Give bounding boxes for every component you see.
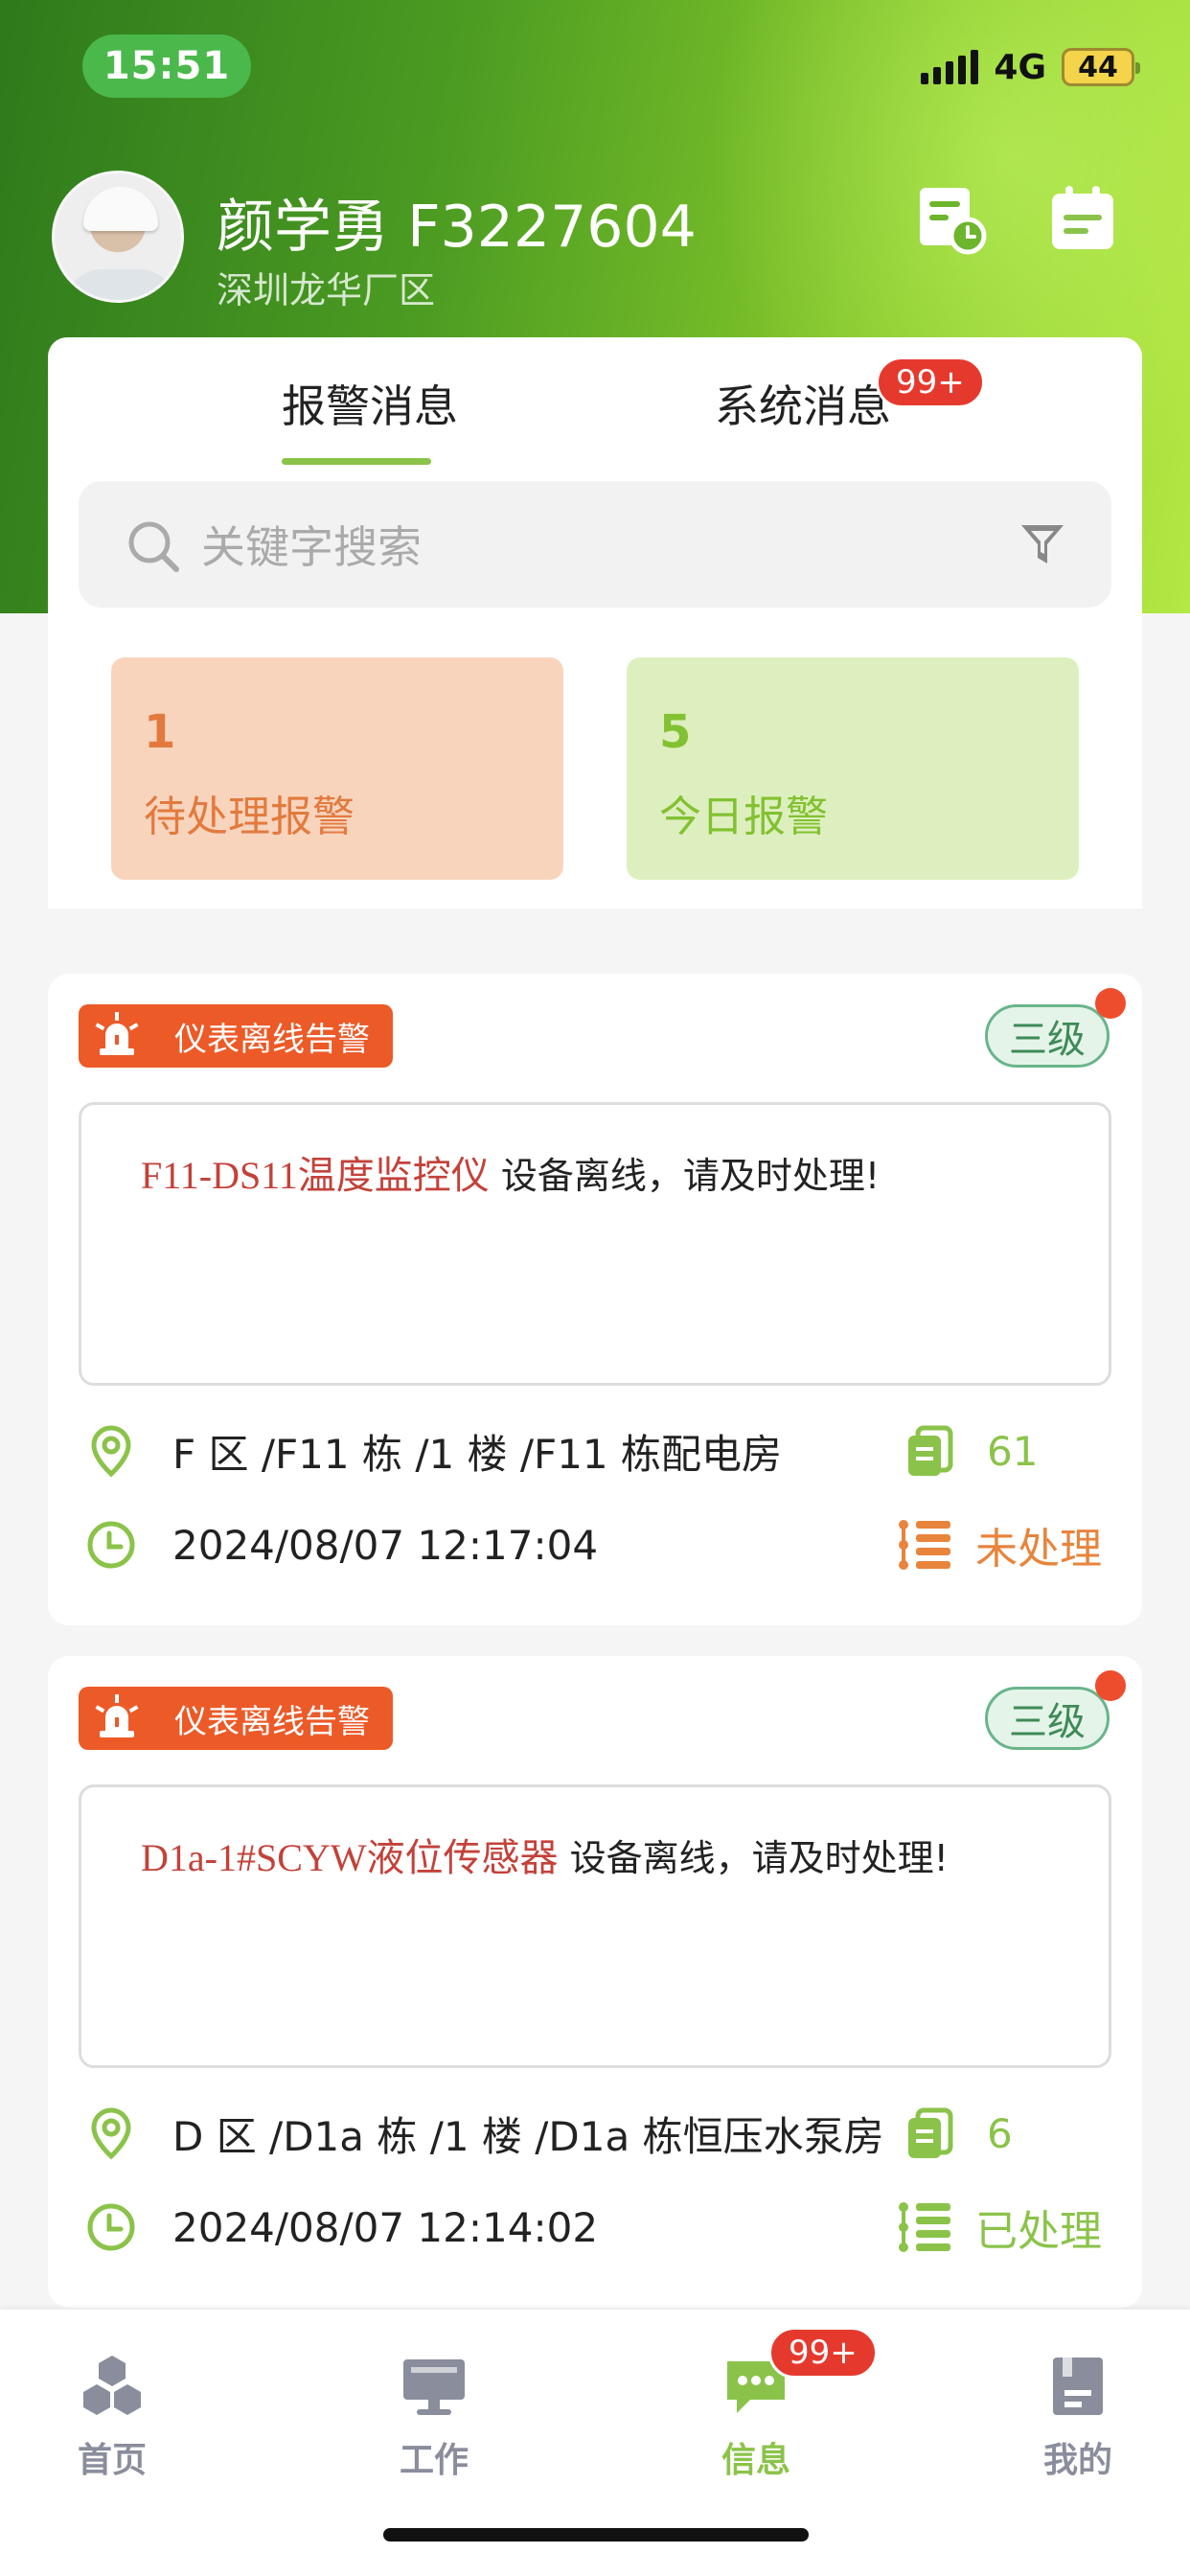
alarm-type-tag: 仪表离线告警 bbox=[79, 1004, 393, 1068]
alarm-message-text: 设备离线，请及时处理! bbox=[489, 1155, 881, 1197]
alarm-location: D 区 /D1a 栋 /1 楼 /D1a 栋恒压水泵房 bbox=[172, 2112, 884, 2160]
status-indicators: 4G 44 bbox=[921, 46, 1140, 88]
copies-icon bbox=[908, 1425, 953, 1476]
alarm-type-tag: 仪表离线告警 bbox=[79, 1687, 393, 1750]
active-tab-indicator bbox=[282, 458, 431, 465]
pending-alarms-stat[interactable]: 1 待处理报警 bbox=[111, 657, 563, 880]
location-pin-icon bbox=[91, 2107, 131, 2160]
nav-mine[interactable]: 我的 bbox=[1006, 2352, 1150, 2482]
today-alarms-stat[interactable]: 5 今日报警 bbox=[627, 657, 1079, 880]
alarm-count: 61 bbox=[987, 1427, 1039, 1475]
calendar-icon[interactable] bbox=[1046, 182, 1119, 255]
alarm-level-badge: 三级 bbox=[985, 988, 1126, 1068]
alarm-card[interactable]: 仪表离线告警 三级 D1a-1#SCYW液位传感器 设备离线，请及时处理! D … bbox=[48, 1656, 1142, 2308]
alarm-status[interactable]: 未处理 bbox=[895, 1514, 1102, 1576]
avatar[interactable] bbox=[52, 171, 184, 303]
alarm-level-label: 三级 bbox=[1009, 1018, 1086, 1062]
nav-mine-label: 我的 bbox=[1042, 2441, 1112, 2480]
nav-work[interactable]: 工作 bbox=[362, 2352, 506, 2482]
nav-home-label: 首页 bbox=[77, 2441, 147, 2480]
nav-info-label: 信息 bbox=[721, 2441, 790, 2480]
unread-dot bbox=[1095, 988, 1126, 1019]
alarm-time-row: 2024/08/07 12:17:04 bbox=[82, 1514, 598, 1576]
today-alarms-count: 5 bbox=[659, 705, 692, 759]
pending-alarms-count: 1 bbox=[144, 705, 176, 759]
alarm-count-row: 61 bbox=[901, 1420, 1038, 1482]
tab-system-messages[interactable]: 系统消息 bbox=[715, 372, 891, 435]
tab-alarm-messages[interactable]: 报警消息 bbox=[282, 372, 458, 435]
alarm-siren-icon bbox=[95, 1012, 139, 1055]
user-name: 颜学勇 F3227604 bbox=[217, 194, 697, 261]
alarm-count-row: 6 bbox=[901, 2103, 1013, 2164]
alarm-message-text: 设备离线，请及时处理! bbox=[558, 1837, 949, 1879]
clock-icon bbox=[87, 1521, 135, 1569]
alarm-location-row: F 区 /F11 栋 /1 楼 /F11 栋配电房 bbox=[82, 1420, 782, 1482]
status-time: 15:51 bbox=[82, 34, 251, 98]
battery-icon: 44 bbox=[1062, 48, 1140, 86]
process-list-icon bbox=[899, 1520, 950, 1570]
today-alarms-label: 今日报警 bbox=[659, 793, 828, 841]
user-site: 深圳龙华厂区 bbox=[217, 269, 436, 311]
alarm-message-box: D1a-1#SCYW液位传感器 设备离线，请及时处理! bbox=[79, 1784, 1111, 2068]
signal-icon bbox=[921, 50, 979, 84]
alarm-type-label: 仪表离线告警 bbox=[174, 1702, 370, 1741]
device-name: F11-DS11温度监控仪 bbox=[141, 1154, 490, 1197]
profile-icon bbox=[1053, 2356, 1103, 2415]
alarm-card[interactable]: 仪表离线告警 三级 F11-DS11温度监控仪 设备离线，请及时处理! F 区 … bbox=[48, 974, 1142, 1625]
alarm-status-label: 已处理 bbox=[975, 2207, 1102, 2256]
alarm-level-badge: 三级 bbox=[985, 1670, 1126, 1750]
alarm-location: F 区 /F11 栋 /1 楼 /F11 栋配电房 bbox=[172, 1430, 782, 1478]
nav-home[interactable]: 首页 bbox=[40, 2352, 184, 2482]
system-messages-badge: 99+ bbox=[876, 356, 985, 408]
alarm-time-row: 2024/08/07 12:14:02 bbox=[82, 2196, 598, 2258]
unread-dot bbox=[1095, 1670, 1126, 1701]
alarm-siren-icon bbox=[95, 1694, 139, 1737]
location-pin-icon bbox=[91, 1425, 131, 1478]
alarm-status[interactable]: 已处理 bbox=[895, 2196, 1102, 2258]
filter-icon[interactable] bbox=[1019, 521, 1065, 569]
network-type: 4G bbox=[994, 47, 1046, 87]
alarm-summary-card: 报警消息 系统消息 99+ 关键字搜索 1 待处理报警 5 今日报警 bbox=[48, 337, 1142, 908]
home-icon bbox=[83, 2356, 141, 2415]
monitor-icon bbox=[403, 2359, 465, 2415]
alarm-level-label: 三级 bbox=[1009, 1700, 1086, 1744]
alarm-message-box: F11-DS11温度监控仪 设备离线，请及时处理! bbox=[79, 1102, 1111, 1386]
info-badge: 99+ bbox=[768, 2327, 878, 2379]
device-name: D1a-1#SCYW液位传感器 bbox=[141, 1836, 559, 1879]
clock-icon bbox=[87, 2203, 135, 2251]
search-bar[interactable]: 关键字搜索 bbox=[79, 481, 1111, 608]
search-icon bbox=[128, 521, 179, 572]
search-input[interactable]: 关键字搜索 bbox=[201, 513, 422, 576]
alarm-type-label: 仪表离线告警 bbox=[174, 1020, 370, 1059]
alarm-status-label: 未处理 bbox=[975, 1525, 1102, 1574]
report-clock-icon[interactable] bbox=[914, 182, 987, 255]
home-indicator[interactable] bbox=[383, 2528, 809, 2542]
nav-work-label: 工作 bbox=[399, 2441, 469, 2480]
pending-alarms-label: 待处理报警 bbox=[144, 793, 355, 841]
copies-icon bbox=[908, 2107, 953, 2158]
alarm-time: 2024/08/07 12:17:04 bbox=[172, 1521, 599, 1569]
battery-level: 44 bbox=[1078, 50, 1118, 84]
alarm-location-row: D 区 /D1a 栋 /1 楼 /D1a 栋恒压水泵房 bbox=[82, 2103, 884, 2164]
alarm-time: 2024/08/07 12:14:02 bbox=[172, 2203, 599, 2251]
alarm-count: 6 bbox=[987, 2109, 1013, 2157]
process-list-icon bbox=[899, 2202, 950, 2252]
